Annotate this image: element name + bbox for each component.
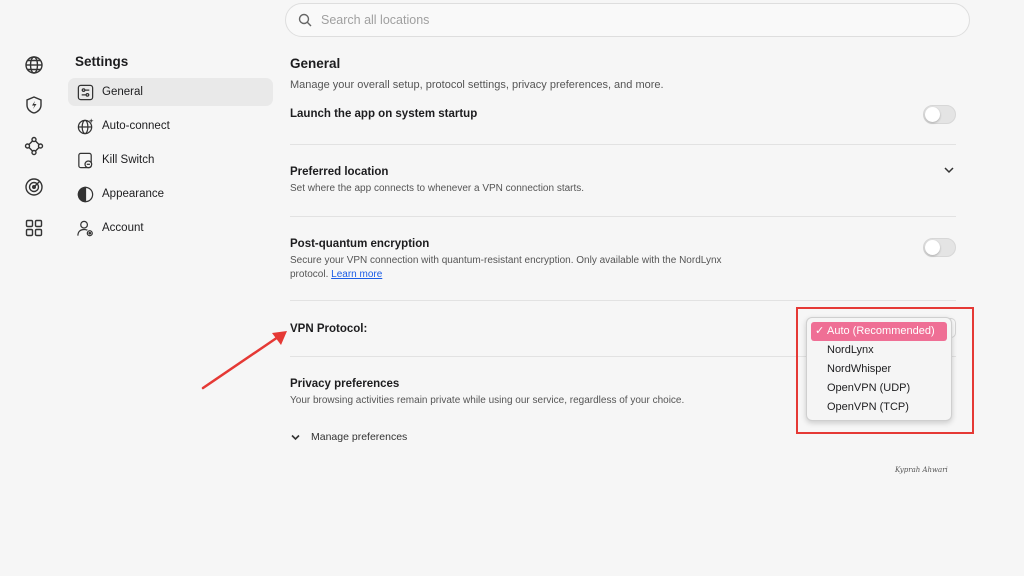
grid-icon[interactable] <box>24 218 44 238</box>
sidebar-item-account[interactable]: Account <box>68 214 273 242</box>
globe-sparkle-icon <box>75 116 95 136</box>
toggle-knob <box>925 107 940 122</box>
sidebar-item-label: Kill Switch <box>102 154 155 166</box>
sidebar-item-appearance[interactable]: Appearance <box>68 180 273 208</box>
signature-watermark: Kyprah Ahwari <box>895 466 948 474</box>
target-icon[interactable] <box>24 177 44 197</box>
search-input[interactable] <box>321 13 921 27</box>
chevron-down-icon <box>291 434 300 440</box>
page-subtitle: Manage your overall setup, protocol sett… <box>290 79 664 91</box>
option-label: OpenVPN (TCP) <box>827 401 909 413</box>
preferred-location-row[interactable]: Preferred location Set where the app con… <box>290 166 956 196</box>
vpn-protocol-dropdown: ✓ Auto (Recommended) NordLynx NordWhisper… <box>806 317 952 421</box>
post-quantum-toggle[interactable] <box>923 238 956 257</box>
sidebar-item-auto-connect[interactable]: Auto-connect <box>68 112 273 140</box>
settings-sidebar: Settings General Auto-connect Kill Switc… <box>68 50 274 248</box>
meshnet-icon[interactable] <box>24 136 44 156</box>
launch-on-startup-toggle[interactable] <box>923 105 956 124</box>
shield-bolt-icon[interactable] <box>24 95 44 115</box>
sliders-icon <box>75 82 95 102</box>
search-icon <box>298 13 312 27</box>
chevron-down-icon[interactable] <box>942 163 956 177</box>
protocol-option-nordwhisper[interactable]: NordWhisper <box>811 360 947 379</box>
protocol-option-nordlynx[interactable]: NordLynx <box>811 341 947 360</box>
globe-icon[interactable] <box>24 55 44 75</box>
post-quantum-desc-line2: protocol. <box>290 268 329 280</box>
option-label: NordWhisper <box>827 363 892 375</box>
icon-rail <box>0 0 68 576</box>
search-bar[interactable] <box>285 3 970 37</box>
page-title: General <box>290 56 341 71</box>
sidebar-item-general[interactable]: General <box>68 78 273 106</box>
manage-preferences-toggle[interactable]: Manage preferences <box>290 431 407 443</box>
launch-on-startup-row: Launch the app on system startup <box>290 105 956 124</box>
divider <box>290 300 956 301</box>
launch-on-startup-title: Launch the app on system startup <box>290 108 478 120</box>
sidebar-item-label: Account <box>102 222 144 234</box>
toggle-knob <box>925 240 940 255</box>
sidebar-item-label: General <box>102 86 143 98</box>
post-quantum-desc-line1: Secure your VPN connection with quantum-… <box>290 255 722 266</box>
post-quantum-title: Post-quantum encryption <box>290 238 430 250</box>
manage-preferences-label: Manage preferences <box>311 431 408 443</box>
sidebar-item-label: Appearance <box>102 188 165 200</box>
preferred-location-title: Preferred location <box>290 166 389 178</box>
protocol-option-openvpn-tcp[interactable]: OpenVPN (TCP) <box>811 398 947 417</box>
settings-title: Settings <box>75 54 129 69</box>
checkmark-icon: ✓ <box>815 325 825 337</box>
option-label: OpenVPN (UDP) <box>827 382 911 394</box>
learn-more-link[interactable]: Learn more <box>331 269 382 280</box>
sidebar-item-label: Auto-connect <box>102 120 170 132</box>
protocol-option-openvpn-udp[interactable]: OpenVPN (UDP) <box>811 379 947 398</box>
preferred-location-desc: Set where the app connects to whenever a… <box>290 183 585 194</box>
divider <box>290 216 956 217</box>
post-quantum-desc: Secure your VPN connection with quantum-… <box>290 254 956 281</box>
option-label: NordLynx <box>827 344 874 356</box>
post-quantum-row: Post-quantum encryption Secure your VPN … <box>290 238 956 281</box>
option-label: Auto (Recommended) <box>827 325 935 337</box>
divider <box>290 144 956 145</box>
half-circle-icon <box>75 184 95 204</box>
kill-switch-icon <box>75 150 95 170</box>
sidebar-item-kill-switch[interactable]: Kill Switch <box>68 146 273 174</box>
user-gear-icon <box>75 218 95 238</box>
protocol-option-auto[interactable]: ✓ Auto (Recommended) <box>811 322 947 341</box>
